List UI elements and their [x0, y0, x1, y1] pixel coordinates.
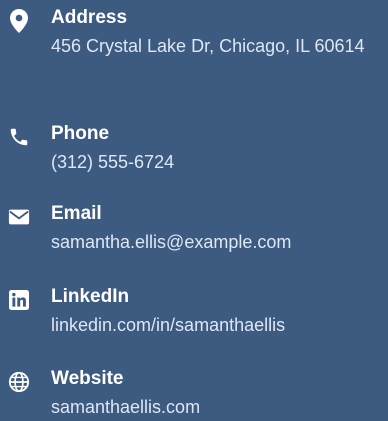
phone-icon — [6, 126, 32, 148]
globe-icon — [6, 371, 32, 393]
contact-item-email: Email samantha.ellis@example.com — [0, 196, 388, 258]
website-label: Website — [51, 368, 124, 389]
contact-item-address: Address 456 Crystal Lake Dr, Chicago, IL… — [0, 0, 388, 100]
contact-list: Address 456 Crystal Lake Dr, Chicago, IL… — [0, 0, 388, 419]
email-link[interactable]: samantha.ellis@example.com — [51, 228, 388, 256]
website-link[interactable]: samanthaellis.com — [51, 393, 388, 421]
linkedin-link[interactable]: linkedin.com/in/samanthaellis — [51, 311, 388, 339]
phone-label: Phone — [51, 123, 110, 144]
address-label: Address — [51, 7, 128, 28]
email-label: Email — [51, 203, 102, 224]
contact-item-website: Website samanthaellis.com — [0, 361, 388, 419]
address-value: 456 Crystal Lake Dr, Chicago, IL 60614 — [51, 36, 365, 56]
envelope-icon — [6, 206, 32, 228]
linkedin-icon — [6, 289, 32, 311]
contact-item-linkedin: LinkedIn linkedin.com/in/samanthaellis — [0, 279, 388, 341]
map-pin-icon — [6, 9, 32, 33]
contact-item-phone: Phone (312) 555-6724 — [0, 116, 388, 178]
linkedin-label: LinkedIn — [51, 286, 130, 307]
phone-link[interactable]: (312) 555-6724 — [51, 148, 388, 176]
